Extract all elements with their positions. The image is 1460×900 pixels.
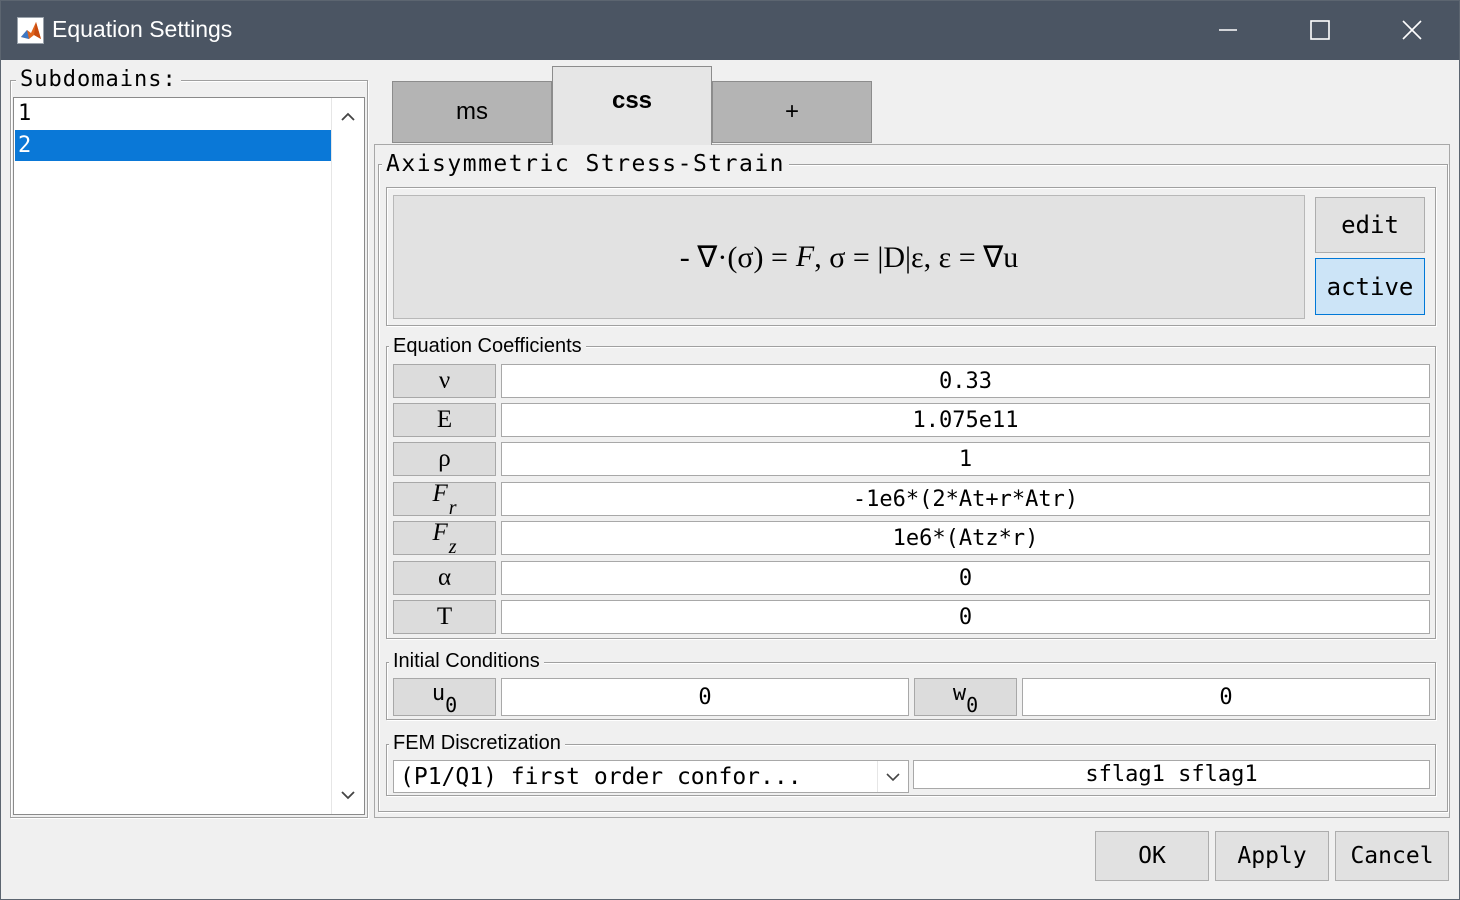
- coef-label-alpha: α: [393, 561, 496, 595]
- maximize-icon: [1310, 20, 1330, 40]
- w0-label: w0: [914, 678, 1017, 717]
- fem-element-dropdown[interactable]: (P1/Q1) first order confor...: [393, 760, 909, 793]
- tab-ms[interactable]: ms: [392, 81, 552, 143]
- subdomain-item-2[interactable]: 2: [15, 130, 331, 161]
- fem-discretization-legend: FEM Discretization: [389, 732, 565, 755]
- equation-part-3: , σ = |D|ε, ε = ∇u: [814, 240, 1019, 274]
- maximize-button[interactable]: [1274, 0, 1366, 60]
- coef-input-fz[interactable]: 1e6*(Atz*r): [501, 521, 1430, 555]
- coef-label-rho: ρ: [393, 442, 496, 476]
- cancel-button[interactable]: Cancel: [1335, 831, 1449, 881]
- coef-input-fr[interactable]: -1e6*(2*At+r*Atr): [501, 482, 1430, 516]
- coef-input-rho[interactable]: 1: [501, 442, 1430, 476]
- subdomain-scrollbar[interactable]: [331, 98, 364, 814]
- equation-part-1: - ∇·(σ) =: [679, 240, 788, 274]
- coef-input-e[interactable]: 1.075e11: [501, 403, 1430, 437]
- scroll-up-icon[interactable]: [341, 112, 355, 122]
- coef-label-fr: Fr: [393, 480, 496, 519]
- active-toggle-button[interactable]: active: [1315, 258, 1425, 315]
- minimize-button[interactable]: [1182, 0, 1274, 60]
- initial-conditions-legend: Initial Conditions: [389, 650, 544, 673]
- equation-coefficients-legend: Equation Coefficients: [389, 335, 586, 358]
- fem-flags-input[interactable]: sflag1 sflag1: [913, 760, 1430, 789]
- equation-part-2: F: [795, 240, 815, 273]
- coef-input-nu[interactable]: 0.33: [501, 364, 1430, 398]
- coef-label-fz: Fz: [393, 519, 496, 558]
- coef-input-t[interactable]: 0: [501, 600, 1430, 634]
- subdomain-listbox[interactable]: 1 2: [13, 97, 365, 815]
- ok-button[interactable]: OK: [1095, 831, 1209, 881]
- close-button[interactable]: [1366, 0, 1458, 60]
- scroll-down-icon[interactable]: [341, 790, 355, 800]
- w0-input[interactable]: 0: [1022, 678, 1430, 716]
- equation-type-legend: Axisymmetric Stress-Strain: [382, 151, 790, 177]
- subdomain-item-1[interactable]: 1: [15, 98, 331, 129]
- subdomains-legend: Subdomains:: [16, 67, 181, 92]
- u0-input[interactable]: 0: [501, 678, 909, 716]
- apply-button[interactable]: Apply: [1215, 831, 1329, 881]
- equation-display: - ∇·(σ) = F, σ = |D|ε, ε = ∇u: [393, 195, 1305, 319]
- window-title: Equation Settings: [52, 16, 233, 42]
- matlab-app-icon: [17, 17, 44, 44]
- u0-label: u0: [393, 678, 496, 717]
- coef-label-e: E: [393, 403, 496, 437]
- minimize-icon: [1219, 29, 1237, 31]
- coef-label-t: T: [393, 600, 496, 634]
- tab-css[interactable]: css: [552, 66, 712, 145]
- edit-equation-button[interactable]: edit: [1315, 197, 1425, 253]
- tab-add[interactable]: +: [712, 81, 872, 143]
- dropdown-chevron-button[interactable]: [877, 761, 908, 792]
- coef-input-alpha[interactable]: 0: [501, 561, 1430, 595]
- chevron-down-icon: [886, 772, 900, 781]
- close-icon: [1402, 20, 1422, 40]
- coef-label-nu: ν: [393, 364, 496, 398]
